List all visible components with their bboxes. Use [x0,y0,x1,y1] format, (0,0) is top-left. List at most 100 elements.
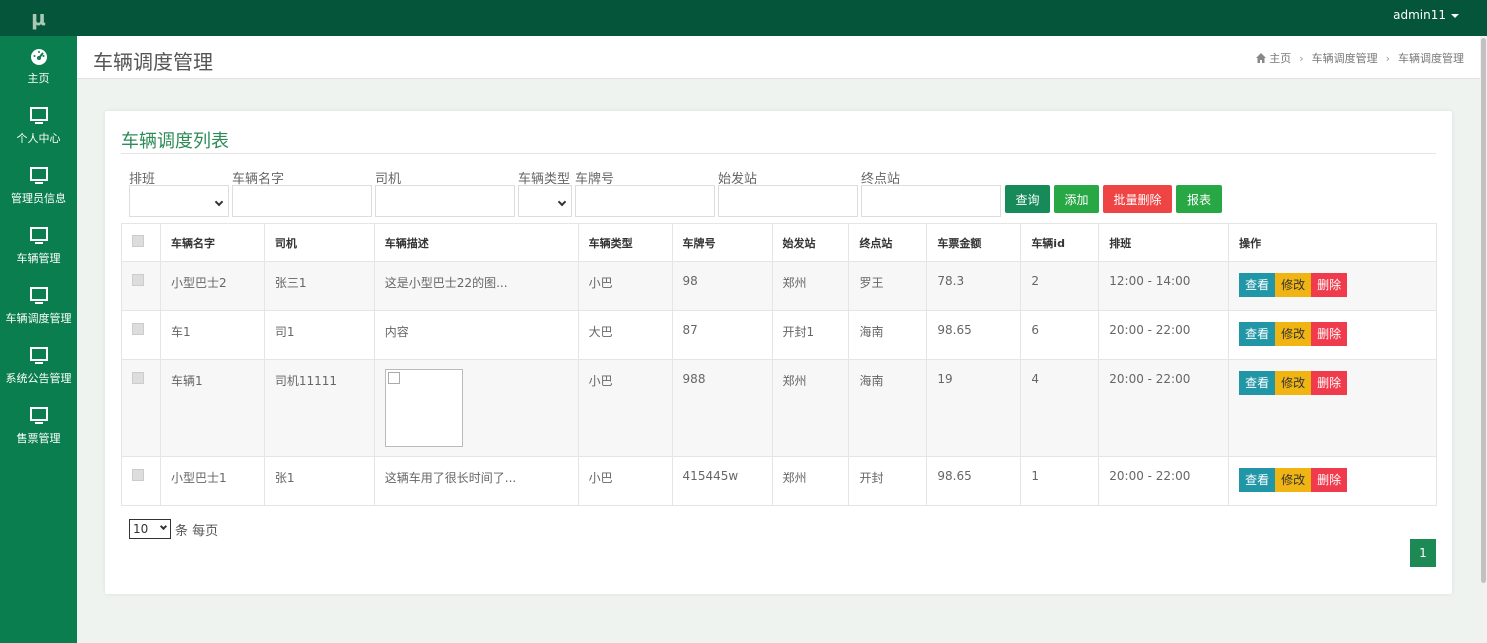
driver-input[interactable] [375,185,515,217]
row-checkbox[interactable] [132,274,144,286]
cell-plate: 98 [671,261,773,311]
cell-vehicle-type: 小巴 [577,261,673,311]
row-select-cell[interactable] [121,261,161,311]
view-button[interactable]: 查看 [1239,371,1276,395]
sidebar-item-vehicle-management[interactable]: 车辆管理 [0,216,77,276]
dashboard-icon [30,48,47,65]
caret-down-icon [1451,13,1459,18]
sidebar-item-ticket-management[interactable]: 售票管理 [0,396,77,456]
query-button[interactable]: 查询 [1005,185,1050,213]
dispatch-list-card: 车辆调度列表 排班 车辆名字 司机 车辆类型 车牌号 始发站 终点站 查询 添加… [105,111,1452,594]
column-header: 始发站 [771,223,850,262]
column-header: 车票金额 [926,223,1022,262]
logo[interactable]: μ [0,0,77,36]
row-select-cell[interactable] [121,310,161,360]
row-select-cell[interactable] [121,456,161,506]
sidebar-item-label: 售票管理 [16,431,61,445]
cell-plate: 415445w [671,456,773,506]
delete-button[interactable]: 删除 [1311,322,1348,346]
delete-button[interactable]: 删除 [1311,273,1348,297]
batch-delete-button[interactable]: 批量删除 [1103,185,1172,213]
scrollbar-thumb[interactable] [1481,38,1486,583]
column-header: 车牌号 [671,223,773,262]
cell-schedule: 12:00 - 14:00 [1098,261,1230,311]
edit-button[interactable]: 修改 [1275,468,1312,492]
cell-driver: 张1 [263,456,375,506]
origin-input[interactable] [718,185,858,217]
table-row: 车辆1 司机11111 小巴 988 郑州 海南 19 4 20:00 - 22… [121,359,1437,457]
delete-button[interactable]: 删除 [1311,468,1348,492]
sidebar: 主页 个人中心 管理员信息 车辆管理 车辆调度管理 系统公告管理 售票管理 [0,36,77,643]
cell-price: 19 [926,359,1022,457]
edit-button[interactable]: 修改 [1275,322,1312,346]
table-row: 小型巴士1 张1 这辆车用了很长时间了... 小巴 415445w 郑州 开封 … [121,456,1437,506]
user-menu[interactable]: admin11 [1393,0,1459,36]
cell-vehicle-name: 车辆1 [159,359,265,457]
broken-image-placeholder [384,369,463,447]
sidebar-item-dispatch-management[interactable]: 车辆调度管理 [0,276,77,336]
cell-description: 这是小型巴士22的图... [373,261,579,311]
monitor-icon [29,166,48,184]
vehicle-name-input[interactable] [232,185,372,217]
monitor-icon [29,106,48,124]
column-header: 操作 [1228,223,1437,262]
cell-vehicle-name: 小型巴士2 [159,261,265,311]
sidebar-item-label: 管理员信息 [11,191,66,205]
delete-button[interactable]: 删除 [1311,371,1348,395]
row-checkbox[interactable] [132,372,144,384]
destination-input[interactable] [861,185,1001,217]
breadcrumb-home[interactable]: 主页 [1269,52,1291,65]
sidebar-item-label: 主页 [27,71,50,85]
page-size-select[interactable]: 10 [129,519,171,539]
top-bar: μ admin11 [0,0,1487,36]
edit-button[interactable]: 修改 [1275,273,1312,297]
select-all-cell[interactable] [121,223,161,262]
schedule-select[interactable] [129,185,229,217]
cell-vehicle-type: 大巴 [577,310,673,360]
cell-vehicle-id: 1 [1020,456,1100,506]
row-select-cell[interactable] [121,359,161,457]
breadcrumb-separator: › [1299,52,1304,65]
row-checkbox[interactable] [132,469,144,481]
plate-input[interactable] [575,185,715,217]
table-row: 车1 司1 内容 大巴 87 开封1 海南 98.65 6 20:00 - 22… [121,310,1437,360]
chevron-down-icon [214,197,224,207]
cell-vehicle-id: 6 [1020,310,1100,360]
breadcrumb-separator: › [1385,52,1390,65]
sidebar-item-personal-center[interactable]: 个人中心 [0,96,77,156]
cell-destination: 开封 [848,456,928,506]
page-header: 车辆调度管理 主页 › 车辆调度管理 › 车辆调度管理 [77,36,1480,79]
column-header: 车辆id [1020,223,1100,262]
column-header: 司机 [263,223,375,262]
cell-origin: 郑州 [771,261,850,311]
cell-origin: 郑州 [771,456,850,506]
cell-driver: 司1 [263,310,375,360]
table-row: 小型巴士2 张三1 这是小型巴士22的图... 小巴 98 郑州 罗王 78.3… [121,261,1437,311]
edit-button[interactable]: 修改 [1275,371,1312,395]
vehicle-type-select[interactable] [518,185,572,217]
select-all-checkbox[interactable] [132,235,144,247]
monitor-icon [29,286,48,304]
sidebar-item-label: 系统公告管理 [5,371,72,385]
breadcrumb-section[interactable]: 车辆调度管理 [1312,52,1378,65]
row-checkbox[interactable] [132,323,144,335]
dispatch-table: 车辆名字 司机 车辆描述 车辆类型 车牌号 始发站 终点站 车票金额 车辆id … [121,223,1437,506]
cell-description: 这辆车用了很长时间了... [373,456,579,506]
add-button[interactable]: 添加 [1054,185,1099,213]
page-size-control: 10 条 每页 [129,519,218,539]
cell-description [373,359,579,457]
page-size-value: 10 [133,522,149,536]
sidebar-item-announcement-management[interactable]: 系统公告管理 [0,336,77,396]
report-button[interactable]: 报表 [1176,185,1222,213]
sidebar-item-label: 车辆调度管理 [5,311,72,325]
sidebar-item-admin-info[interactable]: 管理员信息 [0,156,77,216]
pagination-page[interactable]: 1 [1410,539,1436,567]
monitor-icon [29,226,48,244]
sidebar-item-home[interactable]: 主页 [0,36,77,96]
view-button[interactable]: 查看 [1239,273,1276,297]
view-button[interactable]: 查看 [1239,468,1276,492]
view-button[interactable]: 查看 [1239,322,1276,346]
column-header: 排班 [1098,223,1230,262]
scrollbar[interactable] [1480,36,1487,643]
cell-actions: 查看 修改 删除 [1228,261,1437,311]
